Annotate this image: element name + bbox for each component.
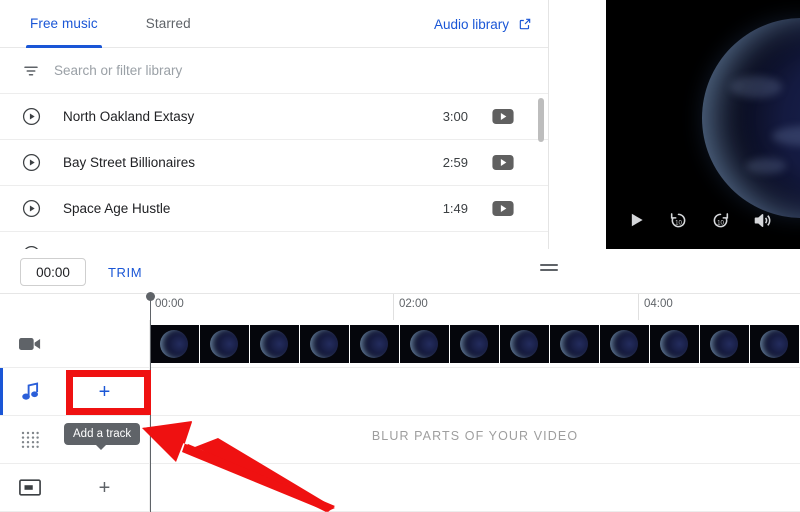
- filmstrip-frame: [650, 324, 700, 363]
- filmstrip-frame: [300, 324, 350, 363]
- play-icon[interactable]: [626, 210, 648, 232]
- top-area: Free music Starred Audio library Search …: [0, 0, 800, 249]
- video-preview[interactable]: 10 10: [606, 0, 800, 249]
- play-circle-icon[interactable]: [22, 107, 41, 126]
- timeline-row-audio[interactable]: +: [0, 367, 800, 416]
- timeline: 00:00 02:00 04:00 + BLUR PARTS OF YOUR V…: [0, 292, 800, 512]
- preview-controls: 10 10: [606, 205, 800, 237]
- external-link-icon: [518, 17, 532, 31]
- play-circle-icon[interactable]: [22, 153, 41, 172]
- drag-handle-icon[interactable]: [540, 264, 558, 276]
- track-duration: 2:59: [442, 155, 468, 170]
- filmstrip-frame: [700, 324, 750, 363]
- youtube-badge-icon[interactable]: [492, 155, 514, 170]
- planet-cloud: [772, 126, 800, 146]
- filmstrip-frame: [150, 324, 200, 363]
- track-duration: 3:00: [442, 109, 468, 124]
- track-title: North Oakland Extasy: [63, 109, 195, 124]
- add-track-button[interactable]: +: [99, 382, 111, 402]
- search-row: [0, 48, 548, 94]
- add-text-track-cell[interactable]: +: [60, 463, 150, 512]
- table-row[interactable]: [0, 232, 548, 249]
- ruler-gutter: [0, 294, 150, 320]
- editor-toolbar: 00:00 TRIM: [0, 249, 800, 294]
- filter-icon: [22, 62, 40, 80]
- video-camera-icon: [0, 320, 60, 368]
- youtube-badge-icon[interactable]: [492, 109, 514, 124]
- table-row[interactable]: Space Age Hustle 1:49: [0, 186, 548, 232]
- trim-button[interactable]: TRIM: [100, 258, 150, 286]
- blur-lane[interactable]: BLUR PARTS OF YOUR VIDEO: [150, 416, 800, 464]
- video-lane[interactable]: [150, 320, 800, 368]
- tab-free-music-label: Free music: [30, 16, 98, 31]
- audio-lane[interactable]: [150, 368, 800, 416]
- filmstrip-frame: [550, 324, 600, 363]
- ruler-tick-label: 02:00: [399, 298, 428, 310]
- youtube-video-editor: Free music Starred Audio library Search …: [0, 0, 800, 512]
- timeline-playhead[interactable]: [146, 292, 155, 512]
- volume-icon[interactable]: [752, 210, 774, 232]
- table-row[interactable]: North Oakland Extasy 3:00: [0, 94, 548, 140]
- youtube-badge-icon[interactable]: [492, 201, 514, 216]
- filmstrip-frame: [250, 324, 300, 363]
- tab-free-music[interactable]: Free music: [14, 0, 114, 48]
- search-input[interactable]: [54, 63, 434, 78]
- audio-library-panel: Free music Starred Audio library Search …: [0, 0, 549, 249]
- svg-text:10: 10: [675, 219, 682, 226]
- planet-cloud: [746, 158, 786, 174]
- ruler-tick-label: 04:00: [644, 298, 673, 310]
- add-audio-track-cell[interactable]: +: [60, 367, 150, 416]
- planet-cloud: [730, 76, 782, 98]
- add-track-button[interactable]: +: [99, 478, 111, 498]
- tab-starred-label: Starred: [145, 16, 191, 31]
- blur-hint-text: BLUR PARTS OF YOUR VIDEO: [371, 428, 579, 443]
- ruler-tick: 02:00: [393, 294, 428, 320]
- track-title: Bay Street Billionaires: [63, 155, 196, 170]
- add-track-tooltip: Add a track: [64, 423, 141, 450]
- table-row[interactable]: Bay Street Billionaires 2:59: [0, 140, 548, 186]
- ruler-tick-label: 00:00: [155, 298, 184, 310]
- track-duration: 1:49: [442, 201, 468, 216]
- video-add-cell: [60, 319, 150, 368]
- track-list: North Oakland Extasy 3:00 Bay Street Bil…: [0, 94, 548, 249]
- blur-grid-icon: [0, 416, 60, 464]
- filmstrip-frame: [350, 324, 400, 363]
- playhead-knob[interactable]: [146, 292, 155, 301]
- filmstrip-frame: [450, 324, 500, 363]
- forward-10-icon[interactable]: 10: [710, 210, 732, 232]
- tab-starred[interactable]: Starred: [130, 0, 207, 48]
- planet-graphic: [702, 18, 800, 218]
- text-box-icon: [0, 464, 60, 512]
- filmstrip-frame: [200, 324, 250, 363]
- replay-10-icon[interactable]: 10: [668, 210, 690, 232]
- current-time-field[interactable]: 00:00: [20, 258, 86, 286]
- filmstrip-frame: [750, 324, 800, 363]
- audio-library-label: Audio library: [433, 16, 509, 32]
- timeline-row-text[interactable]: +: [0, 463, 800, 512]
- timeline-row-video[interactable]: [0, 319, 800, 368]
- track-list-scrollbar[interactable]: [538, 98, 544, 142]
- filmstrip-frame: [600, 324, 650, 363]
- library-tabs: Free music Starred Audio library: [0, 0, 548, 48]
- audio-library-link[interactable]: Audio library: [434, 0, 532, 48]
- video-filmstrip[interactable]: [150, 324, 800, 363]
- svg-text:10: 10: [717, 219, 724, 226]
- ruler-tick: 04:00: [638, 294, 673, 320]
- track-title: Space Age Hustle: [63, 201, 171, 216]
- filmstrip-frame: [500, 324, 550, 363]
- play-circle-icon[interactable]: [22, 199, 41, 218]
- music-note-icon: [0, 368, 60, 416]
- timeline-rows: + + BLUR PARTS OF YOU: [0, 319, 800, 512]
- filmstrip-frame: [400, 324, 450, 363]
- text-lane[interactable]: [150, 464, 800, 512]
- timeline-ruler[interactable]: 00:00 02:00 04:00: [0, 294, 800, 320]
